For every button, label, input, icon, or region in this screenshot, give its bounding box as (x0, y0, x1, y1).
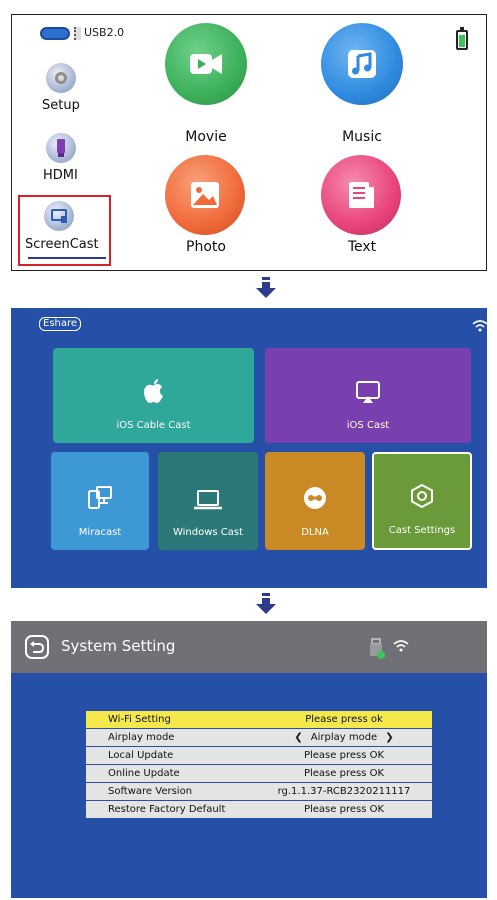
setting-row-restore-factory-default[interactable]: Restore Factory Default Please press OK (86, 801, 432, 818)
video-camera-icon (165, 23, 247, 105)
arrow-down-icon (256, 277, 276, 298)
sidebar-item-screencast[interactable]: ScreenCast (25, 201, 107, 257)
settings-hex-icon (411, 483, 433, 509)
usb-status-icon (370, 638, 385, 659)
app-label: Music (342, 129, 382, 145)
setting-row-airplay-mode[interactable]: Airplay mode ❮ Airplay mode ❯ (86, 729, 432, 746)
wifi-icon (472, 320, 488, 332)
tile-ios-cast[interactable]: iOS Cast (265, 348, 471, 443)
music-note-icon (321, 23, 403, 105)
apple-icon (143, 379, 163, 403)
screencast-icon (44, 201, 74, 231)
setting-row-software-version[interactable]: Software Version rg.1.1.37-RCB2320211117 (86, 783, 432, 800)
app-label: Photo (186, 239, 226, 255)
sidebar-item-setup[interactable]: Setup (40, 63, 100, 119)
setting-label: Software Version (108, 786, 193, 797)
setting-row-online-update[interactable]: Online Update Please press OK (86, 765, 432, 782)
tile-label: iOS Cable Cast (116, 420, 191, 431)
setting-label: Online Update (108, 768, 180, 779)
setting-value: Please press OK (303, 768, 385, 779)
tile-ios-cable-cast[interactable]: iOS Cable Cast (53, 348, 254, 443)
chevron-left-icon[interactable]: ❮ (294, 732, 302, 743)
airplay-mode-selector: ❮ Airplay mode ❯ (256, 732, 432, 743)
tile-label: Miracast (78, 527, 122, 538)
tile-label: Cast Settings (388, 525, 456, 536)
photo-icon (165, 155, 245, 235)
usb-drive-icon (40, 27, 70, 40)
app-music[interactable]: Music (302, 23, 422, 151)
page-title: System Setting (61, 637, 176, 655)
selection-underline (28, 257, 106, 259)
devices-icon (88, 486, 112, 509)
sidebar-item-label: ScreenCast (25, 237, 99, 252)
usb-label: USB2.0 (84, 26, 125, 39)
setting-value: rg.1.1.37-RCB2320211117 (277, 786, 411, 797)
tile-label: Windows Cast (172, 527, 244, 538)
sidebar-item-label: Setup (42, 98, 80, 113)
setting-label: Restore Factory Default (108, 804, 226, 815)
sidebar-item-label: HDMI (43, 168, 78, 183)
gear-icon (46, 63, 76, 93)
setting-value: Please press OK (303, 750, 385, 761)
tile-cast-settings[interactable]: Cast Settings (372, 452, 472, 550)
app-label: Movie (185, 129, 227, 145)
tile-dlna[interactable]: DLNA (265, 452, 365, 550)
hdmi-icon (46, 133, 76, 163)
setting-value: Airplay mode (310, 732, 378, 743)
usb-connector-icon (74, 27, 81, 40)
document-icon (321, 155, 401, 235)
app-text[interactable]: Text (302, 155, 422, 265)
setting-label: Local Update (108, 750, 174, 761)
setting-label: Airplay mode (108, 732, 175, 743)
laptop-icon (194, 490, 222, 510)
setting-label: Wi-Fi Setting (108, 714, 171, 725)
sidebar-item-hdmi[interactable]: HDMI (40, 133, 100, 189)
home-menu-screen: USB2.0 Setup HDMI ScreenCast Movie Music (11, 14, 487, 271)
header-bar: System Setting (11, 621, 487, 673)
app-photo[interactable]: Photo (146, 155, 266, 265)
system-setting-screen: System Setting Wi-Fi Setting Please pres… (11, 621, 487, 898)
tile-label: DLNA (301, 527, 329, 538)
back-icon[interactable] (25, 635, 49, 659)
app-label: Text (347, 239, 377, 255)
setting-row-wifi[interactable]: Wi-Fi Setting Please press ok (86, 711, 432, 728)
setting-value: Please press OK (303, 804, 385, 815)
arrow-down-icon (256, 593, 276, 614)
chevron-right-icon[interactable]: ❯ (385, 732, 393, 743)
airplay-icon (356, 381, 380, 403)
eshare-logo: Eshare (39, 317, 82, 331)
cast-menu-screen: Eshare iOS Cable Cast iOS Cast Miracast … (11, 308, 488, 588)
battery-icon (456, 27, 468, 50)
app-movie[interactable]: Movie (146, 23, 266, 151)
wifi-icon (393, 640, 409, 652)
setting-value: Please press ok (305, 714, 383, 725)
settings-list: Wi-Fi Setting Please press ok Airplay mo… (86, 711, 432, 819)
setting-row-local-update[interactable]: Local Update Please press OK (86, 747, 432, 764)
tile-label: iOS Cast (346, 420, 390, 431)
tile-miracast[interactable]: Miracast (51, 452, 149, 550)
dlna-icon (304, 487, 326, 509)
tile-windows-cast[interactable]: Windows Cast (158, 452, 258, 550)
